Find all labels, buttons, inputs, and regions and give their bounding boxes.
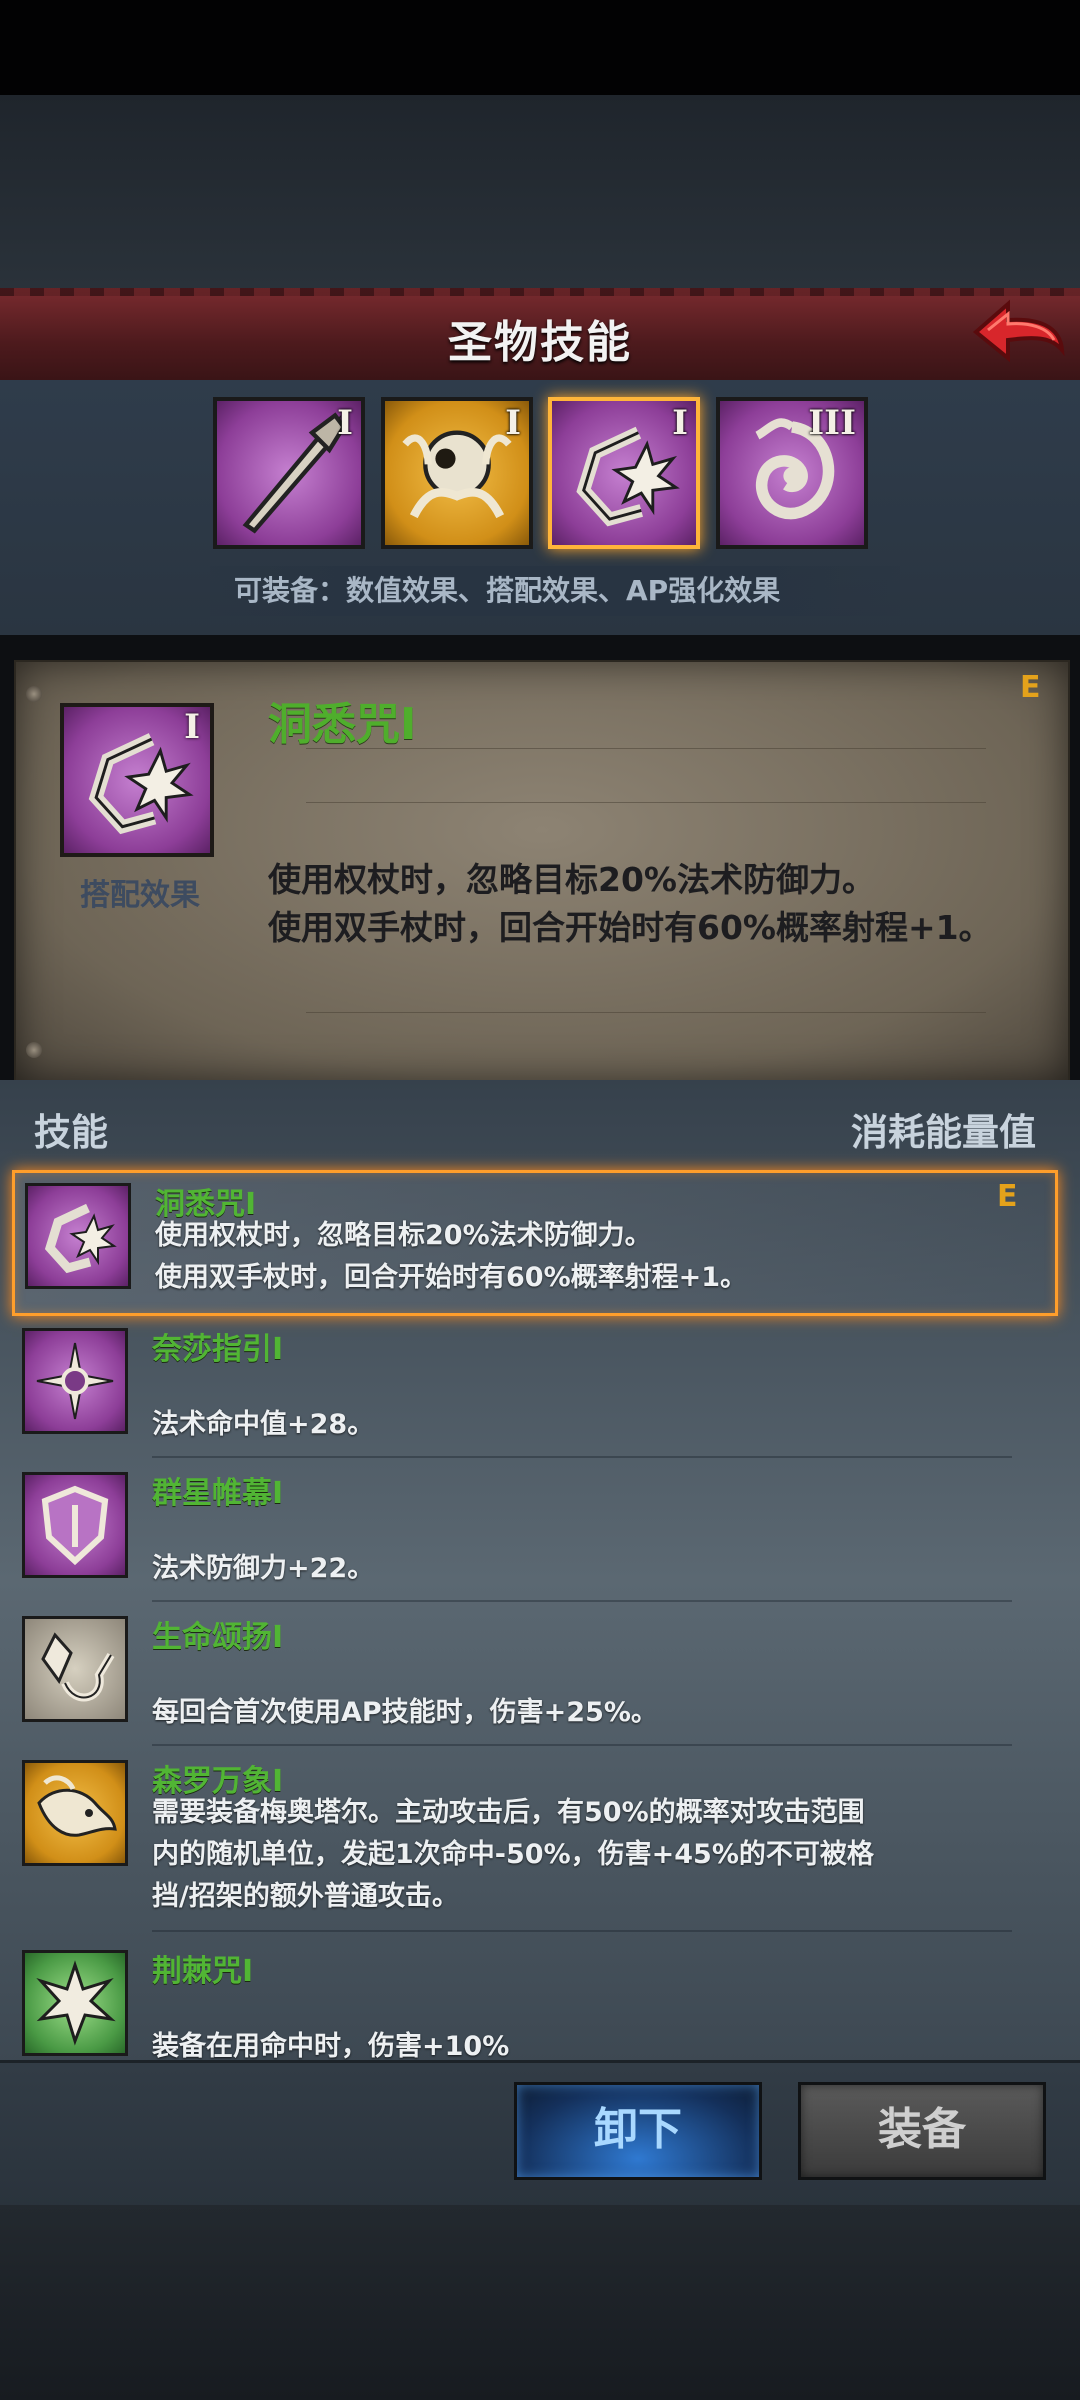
skill-desc: 法术防御力+22。 xyxy=(152,1548,912,1590)
golden-beast-icon xyxy=(37,1775,117,1837)
skill-desc: 使用权杖时，忽略目标20%法术防御力。 使用双手杖时，回合开始时有60%概率射程… xyxy=(155,1215,915,1299)
skill-desc-line: 法术防御力+22。 xyxy=(152,1553,375,1584)
unequip-button[interactable]: 卸下 xyxy=(514,2082,762,2180)
skill-icon xyxy=(22,1760,128,1866)
skill-row-1[interactable]: 洞悉咒I E 使用权杖时，忽略目标20%法术防御力。 使用双手杖时，回合开始时有… xyxy=(12,1170,1058,1316)
relic-rank: I xyxy=(337,403,353,443)
skill-desc-line: 需要装备梅奥塔尔。主动攻击后，有50%的概率对攻击范围 xyxy=(152,1797,865,1828)
skill-row-3[interactable]: 群星帷幕I 法术防御力+22。 xyxy=(12,1462,1052,1602)
burst-sigil-icon xyxy=(44,1203,117,1274)
list-header-skill: 技能 xyxy=(34,1111,108,1154)
divider xyxy=(152,1600,1012,1602)
skill-desc-line: 使用权杖时，忽略目标20%法术防御力。 xyxy=(155,1220,652,1251)
divider xyxy=(306,802,986,803)
detail-effect-type: 搭配效果 xyxy=(80,878,200,913)
divider xyxy=(306,1012,986,1013)
equip-button[interactable]: 装备 xyxy=(798,2082,1046,2180)
relic-rank: I xyxy=(505,403,521,443)
relic-rank: III xyxy=(808,403,856,443)
skill-desc-line: 法术命中值+28。 xyxy=(152,1409,375,1440)
skill-icon xyxy=(22,1472,128,1578)
title-banner: 圣物技能 xyxy=(0,288,1080,383)
skill-row-5[interactable]: 森罗万象I 需要装备梅奥塔尔。主动攻击后，有50%的概率对攻击范围 内的随机单位… xyxy=(12,1750,1052,1932)
detail-description: 使用权杖时，忽略目标20%法术防御力。 使用双手杖时，回合开始时有60%概率射程… xyxy=(268,856,1028,952)
skill-icon xyxy=(22,1950,128,2056)
divider xyxy=(152,1930,1012,1932)
detail-rank: I xyxy=(184,707,200,747)
bottom-backdrop xyxy=(0,2205,1080,2400)
skill-desc: 法术命中值+28。 xyxy=(152,1404,912,1446)
relic-slot-1[interactable]: I xyxy=(213,397,365,549)
skill-name: 生命颂扬I xyxy=(152,1620,284,1655)
skill-row-4[interactable]: 生命颂扬I 每回合首次使用AP技能时，伤害+25%。 xyxy=(12,1606,1052,1746)
cross-compass-icon xyxy=(36,1342,114,1420)
skill-desc: 需要装备梅奥塔尔。主动攻击后，有50%的概率对攻击范围 内的随机单位，发起1次命… xyxy=(152,1792,912,1918)
skill-desc-line: 挡/招架的额外普通攻击。 xyxy=(152,1881,459,1912)
relic-slot-2[interactable]: I xyxy=(381,397,533,549)
skill-icon xyxy=(22,1328,128,1434)
relic-rank: I xyxy=(672,403,688,443)
rivet xyxy=(26,1042,42,1058)
skill-grade: E xyxy=(997,1179,1018,1214)
divider xyxy=(152,1456,1012,1458)
skill-desc-line: 内的随机单位，发起1次命中-50%，伤害+45%的不可被格 xyxy=(152,1839,874,1870)
skill-name: 群星帷幕I xyxy=(152,1476,284,1511)
detail-grade: E xyxy=(1020,670,1041,705)
list-header-cost: 消耗能量值 xyxy=(851,1111,1036,1154)
skill-desc: 每回合首次使用AP技能时，伤害+25%。 xyxy=(152,1692,912,1734)
detail-skill-name: 洞悉咒I xyxy=(268,699,417,750)
skill-icon xyxy=(22,1616,128,1722)
detail-skill-icon: I xyxy=(60,703,214,857)
equip-hint: 可装备：数值效果、搭配效果、AP强化效果 xyxy=(210,566,900,616)
divider xyxy=(152,1744,1012,1746)
skill-name: 荆棘咒I xyxy=(152,1954,254,1989)
top-backdrop xyxy=(0,95,1080,290)
status-bar xyxy=(0,0,1080,95)
page-title: 圣物技能 xyxy=(448,317,632,368)
relic-slot-4[interactable]: III xyxy=(716,397,868,549)
skill-row-6[interactable]: 荆棘咒I 装备在用命中时，伤害+10% xyxy=(12,1940,1052,2080)
skill-row-2[interactable]: 奈莎指引I 法术命中值+28。 xyxy=(12,1318,1052,1458)
skill-icon xyxy=(25,1183,131,1289)
skill-desc-line: 使用双手杖时，回合开始时有60%概率射程+1。 xyxy=(155,1262,748,1293)
skill-name: 奈莎指引I xyxy=(152,1332,284,1367)
shield-icon xyxy=(41,1485,109,1566)
rivet xyxy=(26,686,42,702)
detail-line: 使用权杖时，忽略目标20%法术防御力。 xyxy=(268,860,875,899)
back-arrow-icon[interactable] xyxy=(968,292,1068,372)
relic-slot-3[interactable]: I xyxy=(548,397,700,549)
thorn-star-icon xyxy=(36,1960,116,2046)
detail-line: 使用双手杖时，回合开始时有60%概率射程+1。 xyxy=(268,908,992,947)
crystal-hook-icon xyxy=(41,1632,115,1702)
skill-desc-line: 每回合首次使用AP技能时，伤害+25%。 xyxy=(152,1697,658,1728)
